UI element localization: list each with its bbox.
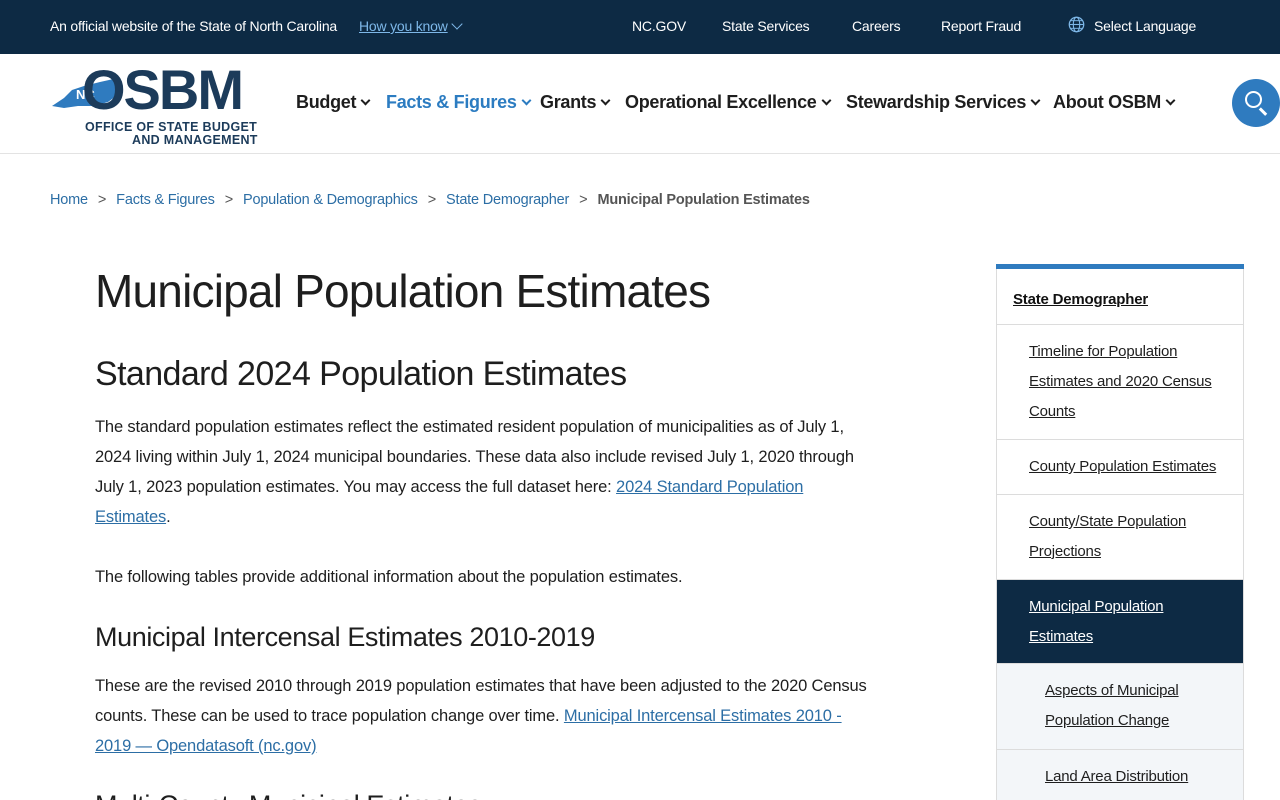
sidebar-heading[interactable]: State Demographer: [997, 269, 1243, 325]
how-you-know-label: How you know: [359, 18, 448, 34]
logo-name: OSBM: [82, 58, 244, 121]
tables-info-paragraph: The following tables provide additional …: [95, 568, 683, 586]
nav-about-osbm[interactable]: About OSBM: [1053, 92, 1176, 113]
sidebar-item-projections[interactable]: County/State Population Projections: [997, 495, 1243, 580]
nav-stewardship-services-label: Stewardship Services: [846, 92, 1027, 112]
report-fraud-link[interactable]: Report Fraud: [941, 18, 1021, 34]
sidebar-subitem-aspects[interactable]: Aspects of Municipal Population Change: [997, 664, 1243, 750]
paragraph-end-punctuation: .: [166, 508, 171, 526]
nav-grants-label: Grants: [540, 92, 597, 112]
breadcrumb-separator: >: [97, 192, 107, 208]
sidebar-item-projections-link[interactable]: County/State Population Projections: [1029, 507, 1227, 567]
search-button[interactable]: [1232, 79, 1280, 127]
breadcrumb: Home > Facts & Figures > Population & Demogr…: [50, 192, 810, 208]
chevron-down-icon: [1165, 95, 1176, 106]
sidebar-subitem-land-area-link[interactable]: Land Area Distribution: [1045, 762, 1227, 792]
sidebar-item-timeline[interactable]: Timeline for Population Estimates and 20…: [997, 325, 1243, 440]
select-language-link[interactable]: Select Language: [1094, 18, 1196, 34]
globe-icon: [1068, 16, 1085, 33]
nav-facts-figures[interactable]: Facts & Figures: [386, 92, 531, 113]
section-heading-multi-county: Multi-County Municipal Estimates: [95, 790, 482, 800]
chevron-down-icon: [600, 95, 611, 106]
sidebar-heading-link[interactable]: State Demographer: [1013, 285, 1227, 315]
osbm-logo[interactable]: NC OSBM OFFICE OF STATE BUDGET AND MANAG…: [50, 58, 272, 147]
search-icon: [1245, 91, 1262, 108]
breadcrumb-separator: >: [427, 192, 437, 208]
chevron-down-icon: [521, 95, 531, 106]
nav-budget-label: Budget: [296, 92, 357, 112]
breadcrumb-current: Municipal Population Estimates: [597, 192, 810, 208]
site-header: NC OSBM OFFICE OF STATE BUDGET AND MANAG…: [0, 54, 1280, 154]
how-you-know-link[interactable]: How you know: [359, 18, 463, 34]
state-services-link[interactable]: State Services: [722, 18, 810, 34]
sidebar-item-county-estimates[interactable]: County Population Estimates: [997, 440, 1243, 495]
section-heading-standard-estimates: Standard 2024 Population Estimates: [95, 355, 627, 393]
sidebar-subitem-aspects-link[interactable]: Aspects of Municipal Population Change: [1045, 676, 1213, 736]
section-heading-intercensal: Municipal Intercensal Estimates 2010-201…: [95, 622, 595, 652]
official-site-text: An official website of the State of Nort…: [50, 18, 338, 34]
breadcrumb-population-demographics[interactable]: Population & Demographics: [243, 192, 418, 208]
nav-about-osbm-label: About OSBM: [1053, 92, 1161, 112]
sidebar-nav: State Demographer Timeline for Populatio…: [996, 264, 1244, 800]
breadcrumb-facts-figures[interactable]: Facts & Figures: [116, 192, 215, 208]
page-title: Municipal Population Estimates: [95, 265, 711, 317]
standard-estimates-paragraph: The standard population estimates reflec…: [95, 412, 870, 532]
nav-grants[interactable]: Grants: [540, 92, 611, 113]
sidebar-item-county-estimates-link[interactable]: County Population Estimates: [1029, 452, 1227, 482]
nav-operational-excellence[interactable]: Operational Excellence: [625, 92, 831, 113]
breadcrumb-state-demographer[interactable]: State Demographer: [446, 192, 569, 208]
careers-link[interactable]: Careers: [852, 18, 901, 34]
chevron-down-icon: [1030, 95, 1041, 106]
sidebar-item-municipal-estimates[interactable]: Municipal Population Estimates: [997, 580, 1243, 664]
breadcrumb-separator: >: [579, 192, 588, 208]
nav-operational-excellence-label: Operational Excellence: [625, 92, 817, 112]
chevron-down-icon: [360, 95, 371, 106]
chevron-down-icon: [450, 18, 463, 30]
official-banner: An official website of the State of Nort…: [0, 0, 1280, 54]
chevron-down-icon: [821, 95, 831, 106]
nav-budget[interactable]: Budget: [296, 92, 371, 113]
breadcrumb-home[interactable]: Home: [50, 192, 88, 208]
search-icon-handle: [1259, 107, 1268, 116]
sidebar-subitem-land-area[interactable]: Land Area Distribution: [997, 750, 1243, 800]
nc-gov-link[interactable]: NC.GOV: [632, 18, 686, 34]
intercensal-paragraph: These are the revised 2010 through 2019 …: [95, 671, 870, 761]
sidebar-item-municipal-estimates-link[interactable]: Municipal Population Estimates: [1029, 592, 1203, 652]
nav-facts-figures-label: Facts & Figures: [386, 92, 517, 112]
nav-stewardship-services[interactable]: Stewardship Services: [846, 92, 1041, 113]
logo-line-2: AND MANAGEMENT: [132, 133, 258, 147]
sidebar-item-timeline-link[interactable]: Timeline for Population Estimates and 20…: [1029, 337, 1227, 427]
breadcrumb-separator: >: [224, 192, 233, 208]
